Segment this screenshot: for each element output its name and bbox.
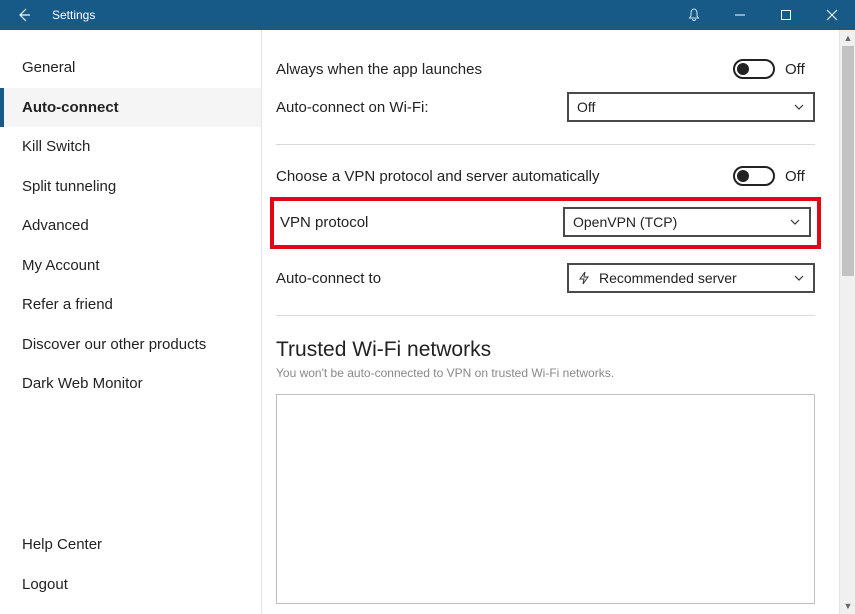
wifi-dropdown[interactable]: Off bbox=[567, 92, 815, 122]
notification-button[interactable] bbox=[671, 0, 717, 30]
scrollbar[interactable]: ▲ ▼ bbox=[839, 30, 855, 614]
minimize-button[interactable] bbox=[717, 0, 763, 30]
sidebar-item-dark-web[interactable]: Dark Web Monitor bbox=[0, 364, 261, 404]
sidebar-item-logout[interactable]: Logout bbox=[0, 565, 261, 605]
row-vpn-protocol: VPN protocol OpenVPN (TCP) bbox=[280, 205, 811, 239]
scroll-thumb[interactable] bbox=[842, 46, 854, 276]
sidebar-item-auto-connect[interactable]: Auto-connect bbox=[0, 88, 261, 128]
sidebar-item-advanced[interactable]: Advanced bbox=[0, 206, 261, 246]
sidebar-item-discover[interactable]: Discover our other products bbox=[0, 325, 261, 365]
auto-connect-to-value: Recommended server bbox=[599, 270, 793, 286]
auto-protocol-toggle[interactable] bbox=[733, 166, 775, 186]
separator bbox=[276, 315, 815, 316]
content-pane: Always when the app launches Off Auto-co… bbox=[262, 30, 855, 614]
row-wifi: Auto-connect on Wi-Fi: Off bbox=[276, 86, 815, 128]
sidebar-item-refer[interactable]: Refer a friend bbox=[0, 285, 261, 325]
sidebar-item-my-account[interactable]: My Account bbox=[0, 246, 261, 286]
vpn-protocol-dropdown[interactable]: OpenVPN (TCP) bbox=[563, 207, 811, 237]
wifi-label: Auto-connect on Wi-Fi: bbox=[276, 99, 567, 116]
back-button[interactable] bbox=[0, 0, 48, 30]
close-icon bbox=[826, 9, 838, 21]
vpn-protocol-label: VPN protocol bbox=[280, 214, 563, 231]
sidebar-item-split-tunneling[interactable]: Split tunneling bbox=[0, 167, 261, 207]
chevron-down-icon bbox=[793, 272, 805, 284]
titlebar: Settings bbox=[0, 0, 855, 30]
auto-protocol-state: Off bbox=[785, 168, 815, 185]
row-auto-connect-to: Auto-connect to Recommended server bbox=[276, 257, 815, 299]
sidebar: General Auto-connect Kill Switch Split t… bbox=[0, 30, 262, 614]
wifi-value: Off bbox=[577, 99, 793, 115]
trusted-wifi-list bbox=[276, 394, 815, 604]
back-arrow-icon bbox=[16, 7, 32, 23]
sidebar-item-general[interactable]: General bbox=[0, 48, 261, 88]
close-button[interactable] bbox=[809, 0, 855, 30]
auto-connect-to-label: Auto-connect to bbox=[276, 270, 567, 287]
vpn-protocol-value: OpenVPN (TCP) bbox=[573, 214, 789, 230]
scroll-down-icon[interactable]: ▼ bbox=[840, 598, 855, 614]
vpn-protocol-highlight: VPN protocol OpenVPN (TCP) bbox=[270, 197, 821, 249]
row-launch: Always when the app launches Off bbox=[276, 52, 815, 86]
auto-protocol-label: Choose a VPN protocol and server automat… bbox=[276, 168, 733, 185]
trusted-title: Trusted Wi-Fi networks bbox=[276, 338, 815, 362]
sidebar-item-help[interactable]: Help Center bbox=[0, 525, 261, 565]
separator bbox=[276, 144, 815, 145]
lightning-icon bbox=[577, 271, 591, 285]
trusted-subtitle: You won't be auto-connected to VPN on tr… bbox=[276, 366, 815, 380]
launch-state: Off bbox=[785, 61, 815, 78]
bell-icon bbox=[687, 8, 701, 22]
maximize-button[interactable] bbox=[763, 0, 809, 30]
minimize-icon bbox=[734, 9, 746, 21]
chevron-down-icon bbox=[789, 216, 801, 228]
scroll-up-icon[interactable]: ▲ bbox=[840, 30, 855, 46]
window-title: Settings bbox=[48, 8, 95, 22]
row-auto-protocol: Choose a VPN protocol and server automat… bbox=[276, 159, 815, 193]
auto-connect-to-dropdown[interactable]: Recommended server bbox=[567, 263, 815, 293]
sidebar-item-kill-switch[interactable]: Kill Switch bbox=[0, 127, 261, 167]
chevron-down-icon bbox=[793, 101, 805, 113]
launch-label: Always when the app launches bbox=[276, 61, 733, 78]
maximize-icon bbox=[780, 9, 792, 21]
launch-toggle[interactable] bbox=[733, 59, 775, 79]
